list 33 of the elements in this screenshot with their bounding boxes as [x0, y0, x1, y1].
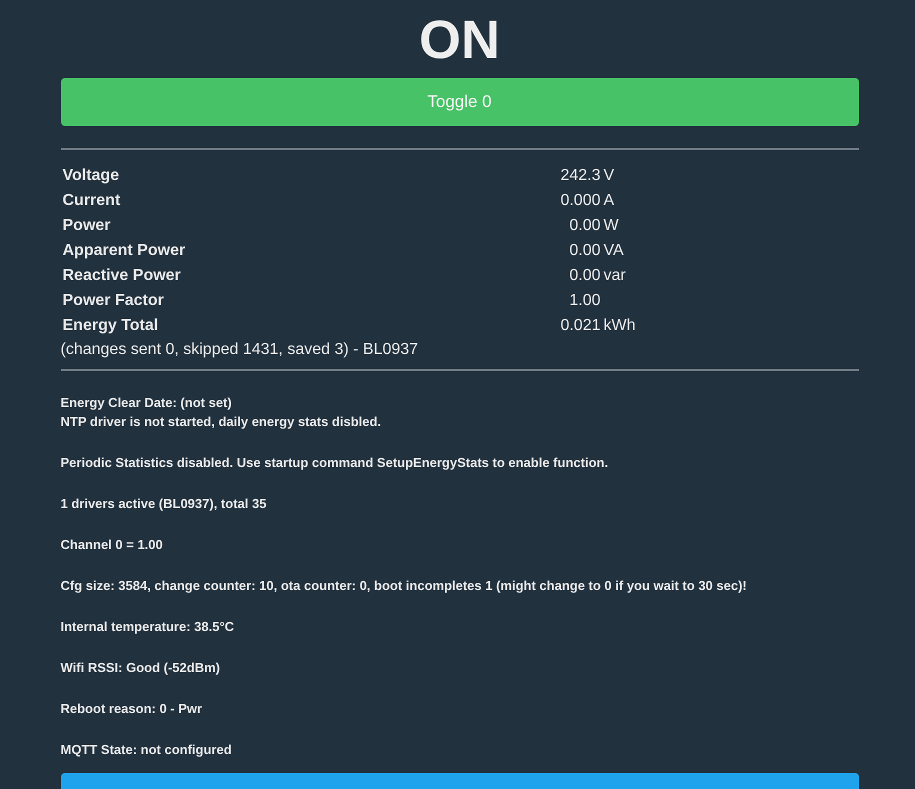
- measurement-note: (changes sent 0, skipped 1431, saved 3) - BL0937: [60, 340, 420, 360]
- measurement-unit: var: [604, 266, 627, 286]
- measurement-label: Voltage: [62, 166, 120, 186]
- measurement-unit: kWh: [604, 316, 636, 336]
- info-text: NTP driver is not started, daily energy stats disbled.: [60, 413, 382, 431]
- measurement-value: 0.000: [559, 191, 600, 211]
- info-text: Cfg size: 3584, change counter: 10, ota counter: 0, boot incompletes 1 (might change to 0 if you wait to 30 sec)!: [60, 577, 748, 595]
- info-text: Internal temperature: 38.5°C: [60, 618, 236, 636]
- info-text: 1 drivers active (BL0937), total 35: [60, 495, 268, 513]
- measurement-label: Energy Total: [62, 316, 160, 336]
- measurement-unit: V: [604, 166, 616, 186]
- measurement-value: 242.3: [559, 166, 600, 186]
- measurement-unit: A: [604, 191, 616, 211]
- measurement-label: Apparent Power: [62, 241, 186, 261]
- state-text: ON: [419, 9, 500, 71]
- info-text: MQTT State: not configured: [60, 741, 233, 759]
- measurement-value: 0.00: [568, 241, 600, 261]
- measurement-label: Power Factor: [62, 291, 165, 311]
- toggle-button[interactable]: Toggle 0: [60, 78, 858, 126]
- info-text: Wifi RSSI: Good (-52dBm): [60, 659, 221, 677]
- measurement-unit: W: [604, 216, 620, 236]
- measurement-value: 0.00: [568, 266, 600, 286]
- info-text: Reboot reason: 0 - Pwr: [60, 700, 204, 718]
- info-text: Channel 0 = 1.00: [60, 536, 164, 554]
- measurement-value: 0.00: [568, 216, 600, 236]
- info-text: Energy Clear Date: (not set): [60, 394, 233, 412]
- measurement-label: Current: [62, 191, 122, 211]
- measurement-label: Power: [62, 216, 112, 236]
- info-text: Periodic Statistics disabled. Use startup command SetupEnergyStats to enable function.: [60, 454, 610, 472]
- measurement-label: Reactive Power: [62, 266, 182, 286]
- measurement-value: 0.021: [559, 316, 600, 336]
- measurement-unit: VA: [604, 241, 625, 261]
- measurement-value: 1.00: [568, 291, 600, 311]
